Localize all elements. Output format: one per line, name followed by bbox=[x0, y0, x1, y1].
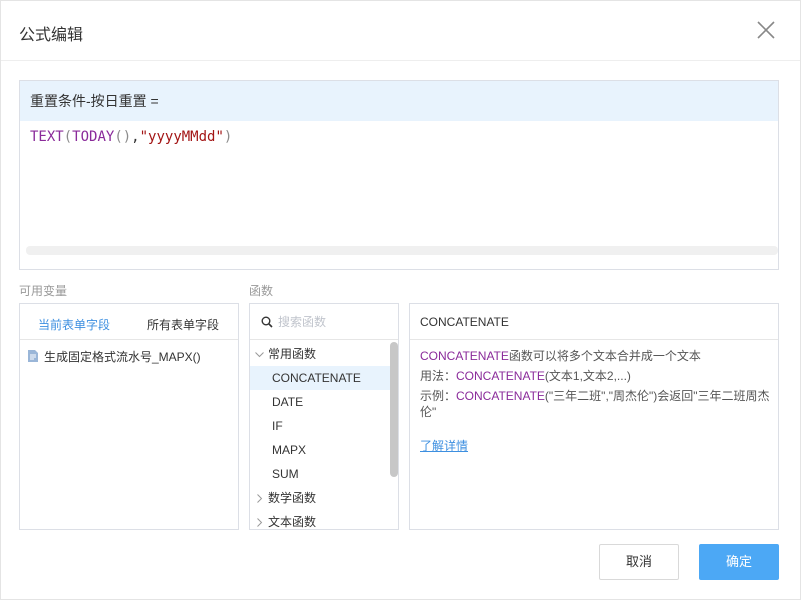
code-comma: , bbox=[131, 129, 140, 145]
formula-editor[interactable]: 重置条件-按日重置 = TEXT(TODAY(),"yyyyMMdd") bbox=[19, 80, 779, 270]
code-fn-today: TODAY bbox=[72, 129, 115, 145]
description-title: CONCATENATE bbox=[410, 304, 778, 340]
variable-item-label: 生成固定格式流水号_MAPX() bbox=[44, 349, 201, 364]
category-label: 数学函数 bbox=[268, 491, 317, 505]
category-label: 文本函数 bbox=[268, 515, 317, 529]
code-parens: () bbox=[114, 129, 132, 145]
formula-target-label: 重置条件-按日重置 = bbox=[20, 81, 778, 121]
variables-panel: 当前表单字段 所有表单字段 生成固定格式流水号_MAPX() bbox=[19, 303, 239, 530]
formula-code[interactable]: TEXT(TODAY(),"yyyyMMdd") bbox=[30, 129, 232, 145]
category-label: 常用函数 bbox=[268, 347, 317, 361]
cancel-button[interactable]: 取消 bbox=[599, 544, 679, 580]
chevron-right-icon bbox=[257, 494, 263, 503]
chevron-down-icon bbox=[255, 352, 264, 358]
function-item-concatenate[interactable]: CONCATENATE bbox=[250, 366, 390, 390]
description-usage: 用法：CONCATENATE(文本1,文本2,...) bbox=[420, 369, 631, 383]
code-fn-text: TEXT bbox=[30, 129, 64, 145]
function-search bbox=[250, 304, 398, 340]
category-text[interactable]: 文本函数 bbox=[250, 510, 390, 529]
chevron-right-icon bbox=[257, 518, 263, 527]
function-item-mapx[interactable]: MAPX bbox=[250, 438, 390, 462]
code-paren-close: ) bbox=[223, 129, 233, 145]
dialog-header: 公式编辑 bbox=[1, 1, 800, 61]
editor-horizontal-scrollbar[interactable] bbox=[26, 246, 778, 255]
function-item-if[interactable]: IF bbox=[250, 414, 390, 438]
function-list-scrollbar[interactable] bbox=[390, 342, 398, 477]
search-icon bbox=[261, 316, 273, 328]
learn-more-link[interactable]: 了解详情 bbox=[420, 437, 468, 454]
dialog-title: 公式编辑 bbox=[19, 27, 84, 44]
category-common[interactable]: 常用函数 bbox=[250, 342, 390, 366]
confirm-button[interactable]: 确定 bbox=[699, 544, 779, 580]
tab-current-form-fields[interactable]: 当前表单字段 bbox=[38, 316, 110, 333]
variables-label: 可用变量 bbox=[19, 284, 68, 298]
functions-label: 函数 bbox=[249, 284, 274, 298]
variable-item[interactable]: 生成固定格式流水号_MAPX() bbox=[28, 348, 201, 364]
tab-all-form-fields[interactable]: 所有表单字段 bbox=[147, 316, 219, 333]
code-paren-open: ( bbox=[63, 129, 73, 145]
document-icon bbox=[28, 350, 38, 362]
description-summary: CONCATENATE函数可以将多个文本合并成一个文本 bbox=[420, 349, 701, 363]
function-item-sum[interactable]: SUM bbox=[250, 462, 390, 486]
category-math[interactable]: 数学函数 bbox=[250, 486, 390, 510]
variables-tabs: 当前表单字段 所有表单字段 bbox=[20, 304, 238, 340]
description-example: 示例：CONCATENATE("三年二班","周杰伦")会返回"三年二班周杰伦" bbox=[420, 389, 770, 419]
function-description-panel: CONCATENATE CONCATENATE函数可以将多个文本合并成一个文本 … bbox=[409, 303, 779, 530]
close-icon[interactable] bbox=[753, 17, 779, 43]
formula-edit-dialog: 公式编辑 重置条件-按日重置 = TEXT(TODAY(),"yyyyMMdd"… bbox=[0, 0, 801, 600]
functions-panel: 常用函数 CONCATENATE DATE IF MAPX SUM 数学函数 文… bbox=[249, 303, 399, 530]
function-search-input[interactable] bbox=[278, 312, 378, 332]
code-string: "yyyyMMdd" bbox=[139, 129, 224, 145]
function-item-date[interactable]: DATE bbox=[250, 390, 390, 414]
